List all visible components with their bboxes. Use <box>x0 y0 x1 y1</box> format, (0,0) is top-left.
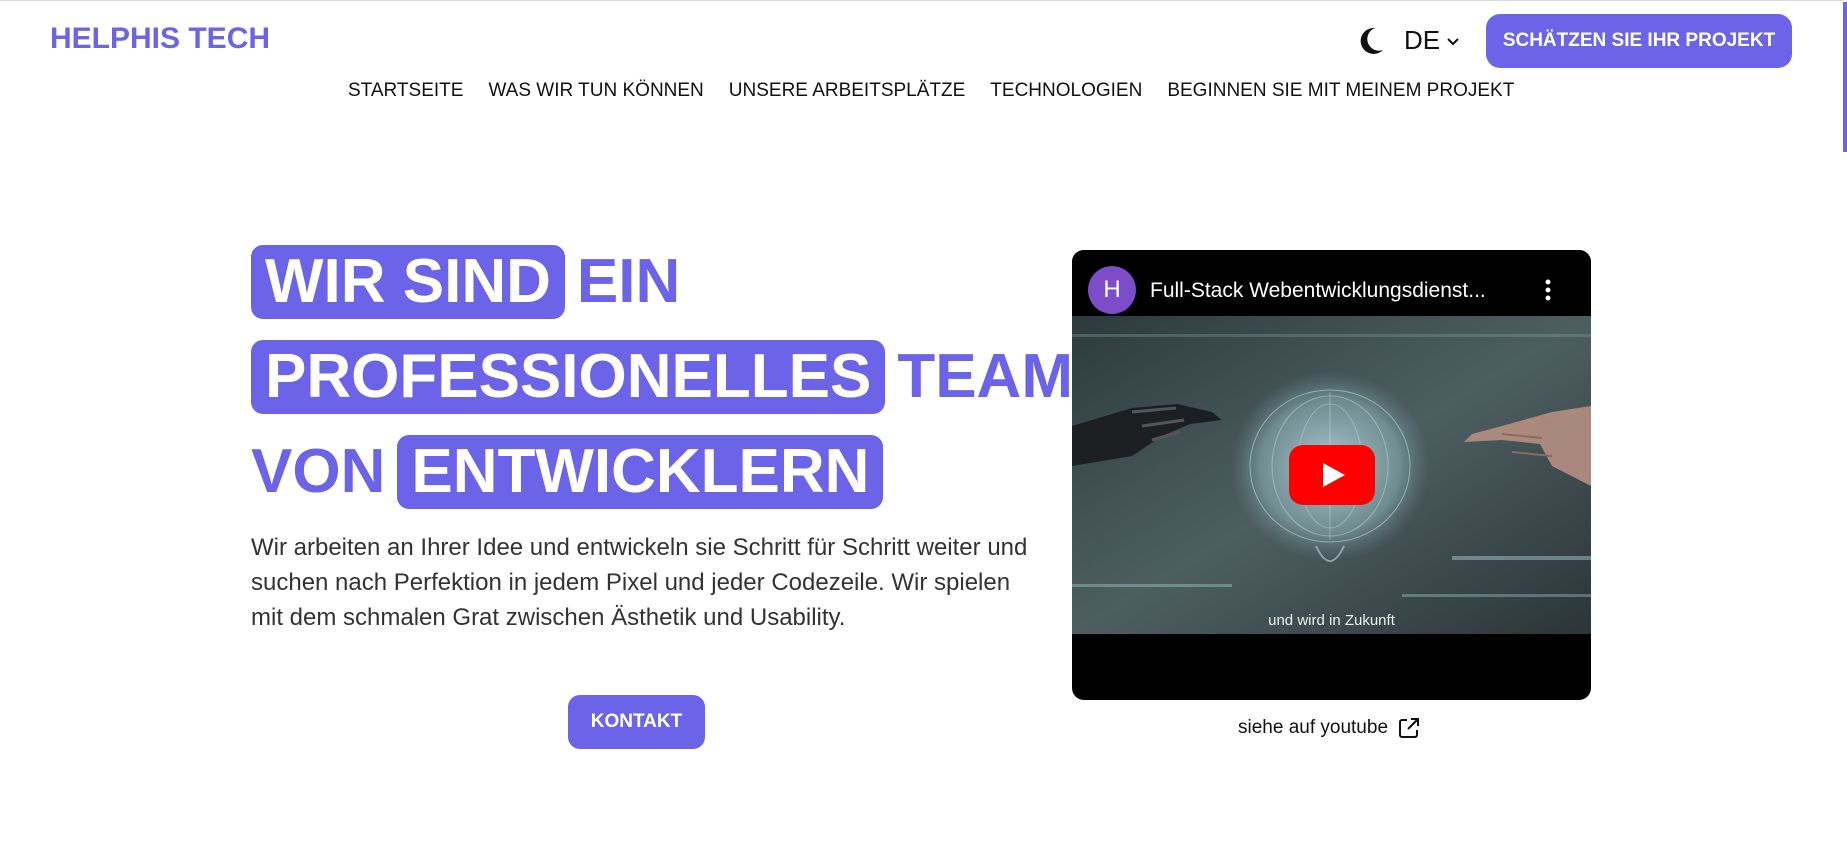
headline-text: TEAM <box>897 342 1073 411</box>
moon-icon[interactable] <box>1357 26 1385 56</box>
contact-button[interactable]: KONTAKT <box>568 695 705 749</box>
nav-item-services[interactable]: WAS WIR TUN KÖNNEN <box>488 80 703 102</box>
nav-item-home[interactable]: STARTSEITE <box>348 80 463 102</box>
nav-item-workplaces[interactable]: UNSERE ARBEITSPLÄTZE <box>729 80 966 102</box>
channel-avatar[interactable]: H <box>1088 266 1136 314</box>
headline-highlight: ENTWICKLERN <box>397 435 884 509</box>
top-divider <box>0 0 1847 1</box>
nav-item-technologies[interactable]: TECHNOLOGIEN <box>990 80 1142 102</box>
headline-text: EIN <box>576 247 681 316</box>
language-selector[interactable]: DE <box>1404 25 1460 56</box>
scrollbar-thumb[interactable] <box>1843 2 1847 152</box>
watch-on-youtube-link[interactable]: siehe auf youtube <box>1238 717 1420 739</box>
headline-highlight: WIR SIND <box>251 245 565 319</box>
video-caption: und wird in Zukunft <box>1268 612 1395 629</box>
youtube-embed[interactable]: H Full-Stack Webentwicklungsdienst... un… <box>1072 250 1591 700</box>
more-options-icon[interactable] <box>1538 278 1558 302</box>
external-link-icon <box>1399 718 1420 738</box>
page: HELPHIS TECH DE SCHÄTZEN SIE IHR PROJEKT… <box>0 0 1847 841</box>
scrollbar[interactable] <box>1843 0 1847 841</box>
estimate-project-button[interactable]: SCHÄTZEN SIE IHR PROJEKT <box>1486 14 1792 68</box>
nav-item-start-project[interactable]: BEGINNEN SIE MIT MEINEM PROJEKT <box>1167 80 1514 102</box>
chevron-down-icon <box>1447 38 1459 46</box>
headline-text: VON <box>251 437 386 506</box>
logo[interactable]: HELPHIS TECH <box>50 22 270 56</box>
video-title[interactable]: Full-Stack Webentwicklungsdienst... <box>1150 279 1522 303</box>
language-label: DE <box>1404 25 1441 55</box>
hero-description: Wir arbeiten an Ihrer Idee und entwickel… <box>251 534 1028 631</box>
play-button[interactable] <box>1289 445 1375 505</box>
headline-highlight: PROFESSIONELLES <box>251 340 886 414</box>
watch-on-youtube-label: siehe auf youtube <box>1238 717 1389 738</box>
